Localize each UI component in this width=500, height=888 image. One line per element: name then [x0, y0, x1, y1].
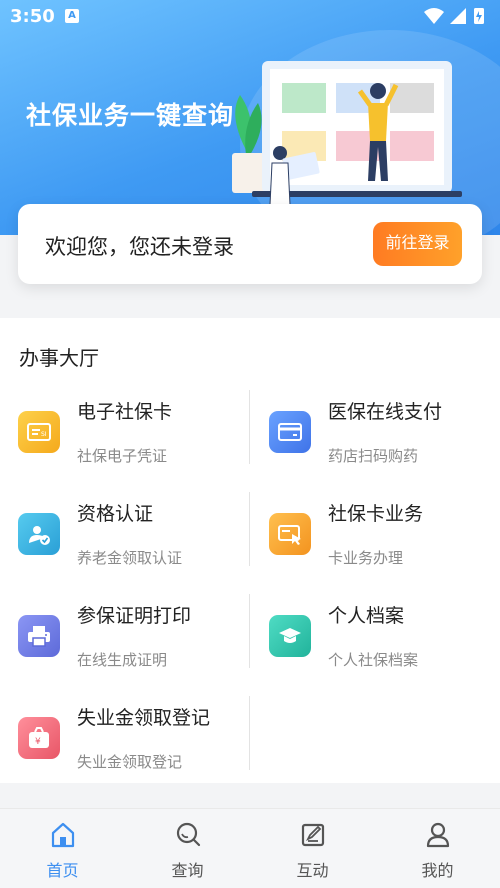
notification-a-icon: A [65, 9, 79, 23]
money-bag-icon: ¥ [18, 717, 60, 759]
svg-text:SI: SI [41, 431, 47, 438]
login-button[interactable]: 前往登录 [373, 222, 462, 266]
service-electronic-social-card[interactable]: SI 电子社保卡 社保电子凭证 [0, 387, 250, 487]
graduation-cap-icon [269, 615, 311, 657]
tab-query[interactable]: 查询 [125, 809, 250, 888]
service-title: 资格认证 [77, 503, 154, 525]
tab-label: 我的 [421, 861, 454, 880]
service-title: 个人档案 [328, 605, 405, 627]
svg-text:¥: ¥ [35, 737, 41, 747]
printer-icon [18, 615, 60, 657]
service-hall-panel: 办事大厅 SI 电子社保卡 社保电子凭证 医保在线支付 药店扫码购药 资格认证 … [0, 318, 500, 783]
tab-home[interactable]: 首页 [0, 809, 125, 888]
service-subtitle: 卡业务办理 [328, 549, 404, 567]
edit-icon [301, 823, 325, 847]
tab-interact[interactable]: 互动 [250, 809, 375, 888]
status-icons [422, 6, 488, 30]
service-subtitle: 个人社保档案 [328, 651, 419, 669]
bottom-tab-bar: 首页 查询 互动 我的 [0, 808, 500, 888]
service-title: 社保卡业务 [328, 503, 424, 525]
service-title: 电子社保卡 [77, 401, 173, 423]
service-subtitle: 失业金领取登记 [77, 753, 183, 771]
service-insurance-certificate-print[interactable]: 参保证明打印 在线生成证明 [0, 591, 250, 691]
search-icon [176, 822, 201, 847]
service-subtitle: 在线生成证明 [77, 651, 168, 669]
payment-card-icon [269, 411, 311, 453]
login-card: 欢迎您，您还未登录 前往登录 [18, 204, 482, 284]
service-title: 失业金领取登记 [77, 707, 211, 729]
card-touch-icon [269, 513, 311, 555]
user-verify-icon [18, 513, 60, 555]
service-medical-payment[interactable]: 医保在线支付 药店扫码购药 [250, 387, 500, 487]
service-unemployment-registration[interactable]: ¥ 失业金领取登记 失业金领取登记 [0, 693, 250, 793]
service-subtitle: 养老金领取认证 [77, 549, 183, 567]
service-title: 医保在线支付 [328, 401, 443, 423]
social-card-icon: SI [18, 411, 60, 453]
service-personal-archive[interactable]: 个人档案 个人社保档案 [250, 591, 500, 691]
hero-banner: 3:50 A 社保业务一键查询 [0, 0, 500, 235]
tab-label: 互动 [296, 861, 329, 880]
divider [249, 696, 250, 770]
status-time: 3:50 [10, 6, 55, 27]
home-icon [51, 822, 75, 848]
tab-mine[interactable]: 我的 [375, 809, 500, 888]
user-icon [426, 822, 450, 848]
service-social-card-business[interactable]: 社保卡业务 卡业务办理 [250, 489, 500, 589]
status-bar: 3:50 A [0, 0, 500, 34]
service-subtitle: 社保电子凭证 [77, 447, 168, 465]
service-qualification-auth[interactable]: 资格认证 养老金领取认证 [0, 489, 250, 589]
panel-title: 办事大厅 [19, 346, 99, 370]
login-prompt-text: 欢迎您，您还未登录 [45, 235, 234, 259]
service-title: 参保证明打印 [77, 605, 192, 627]
tab-label: 首页 [46, 861, 79, 880]
service-subtitle: 药店扫码购药 [328, 447, 419, 465]
tab-label: 查询 [171, 861, 204, 880]
hero-title: 社保业务一键查询 [26, 101, 235, 130]
